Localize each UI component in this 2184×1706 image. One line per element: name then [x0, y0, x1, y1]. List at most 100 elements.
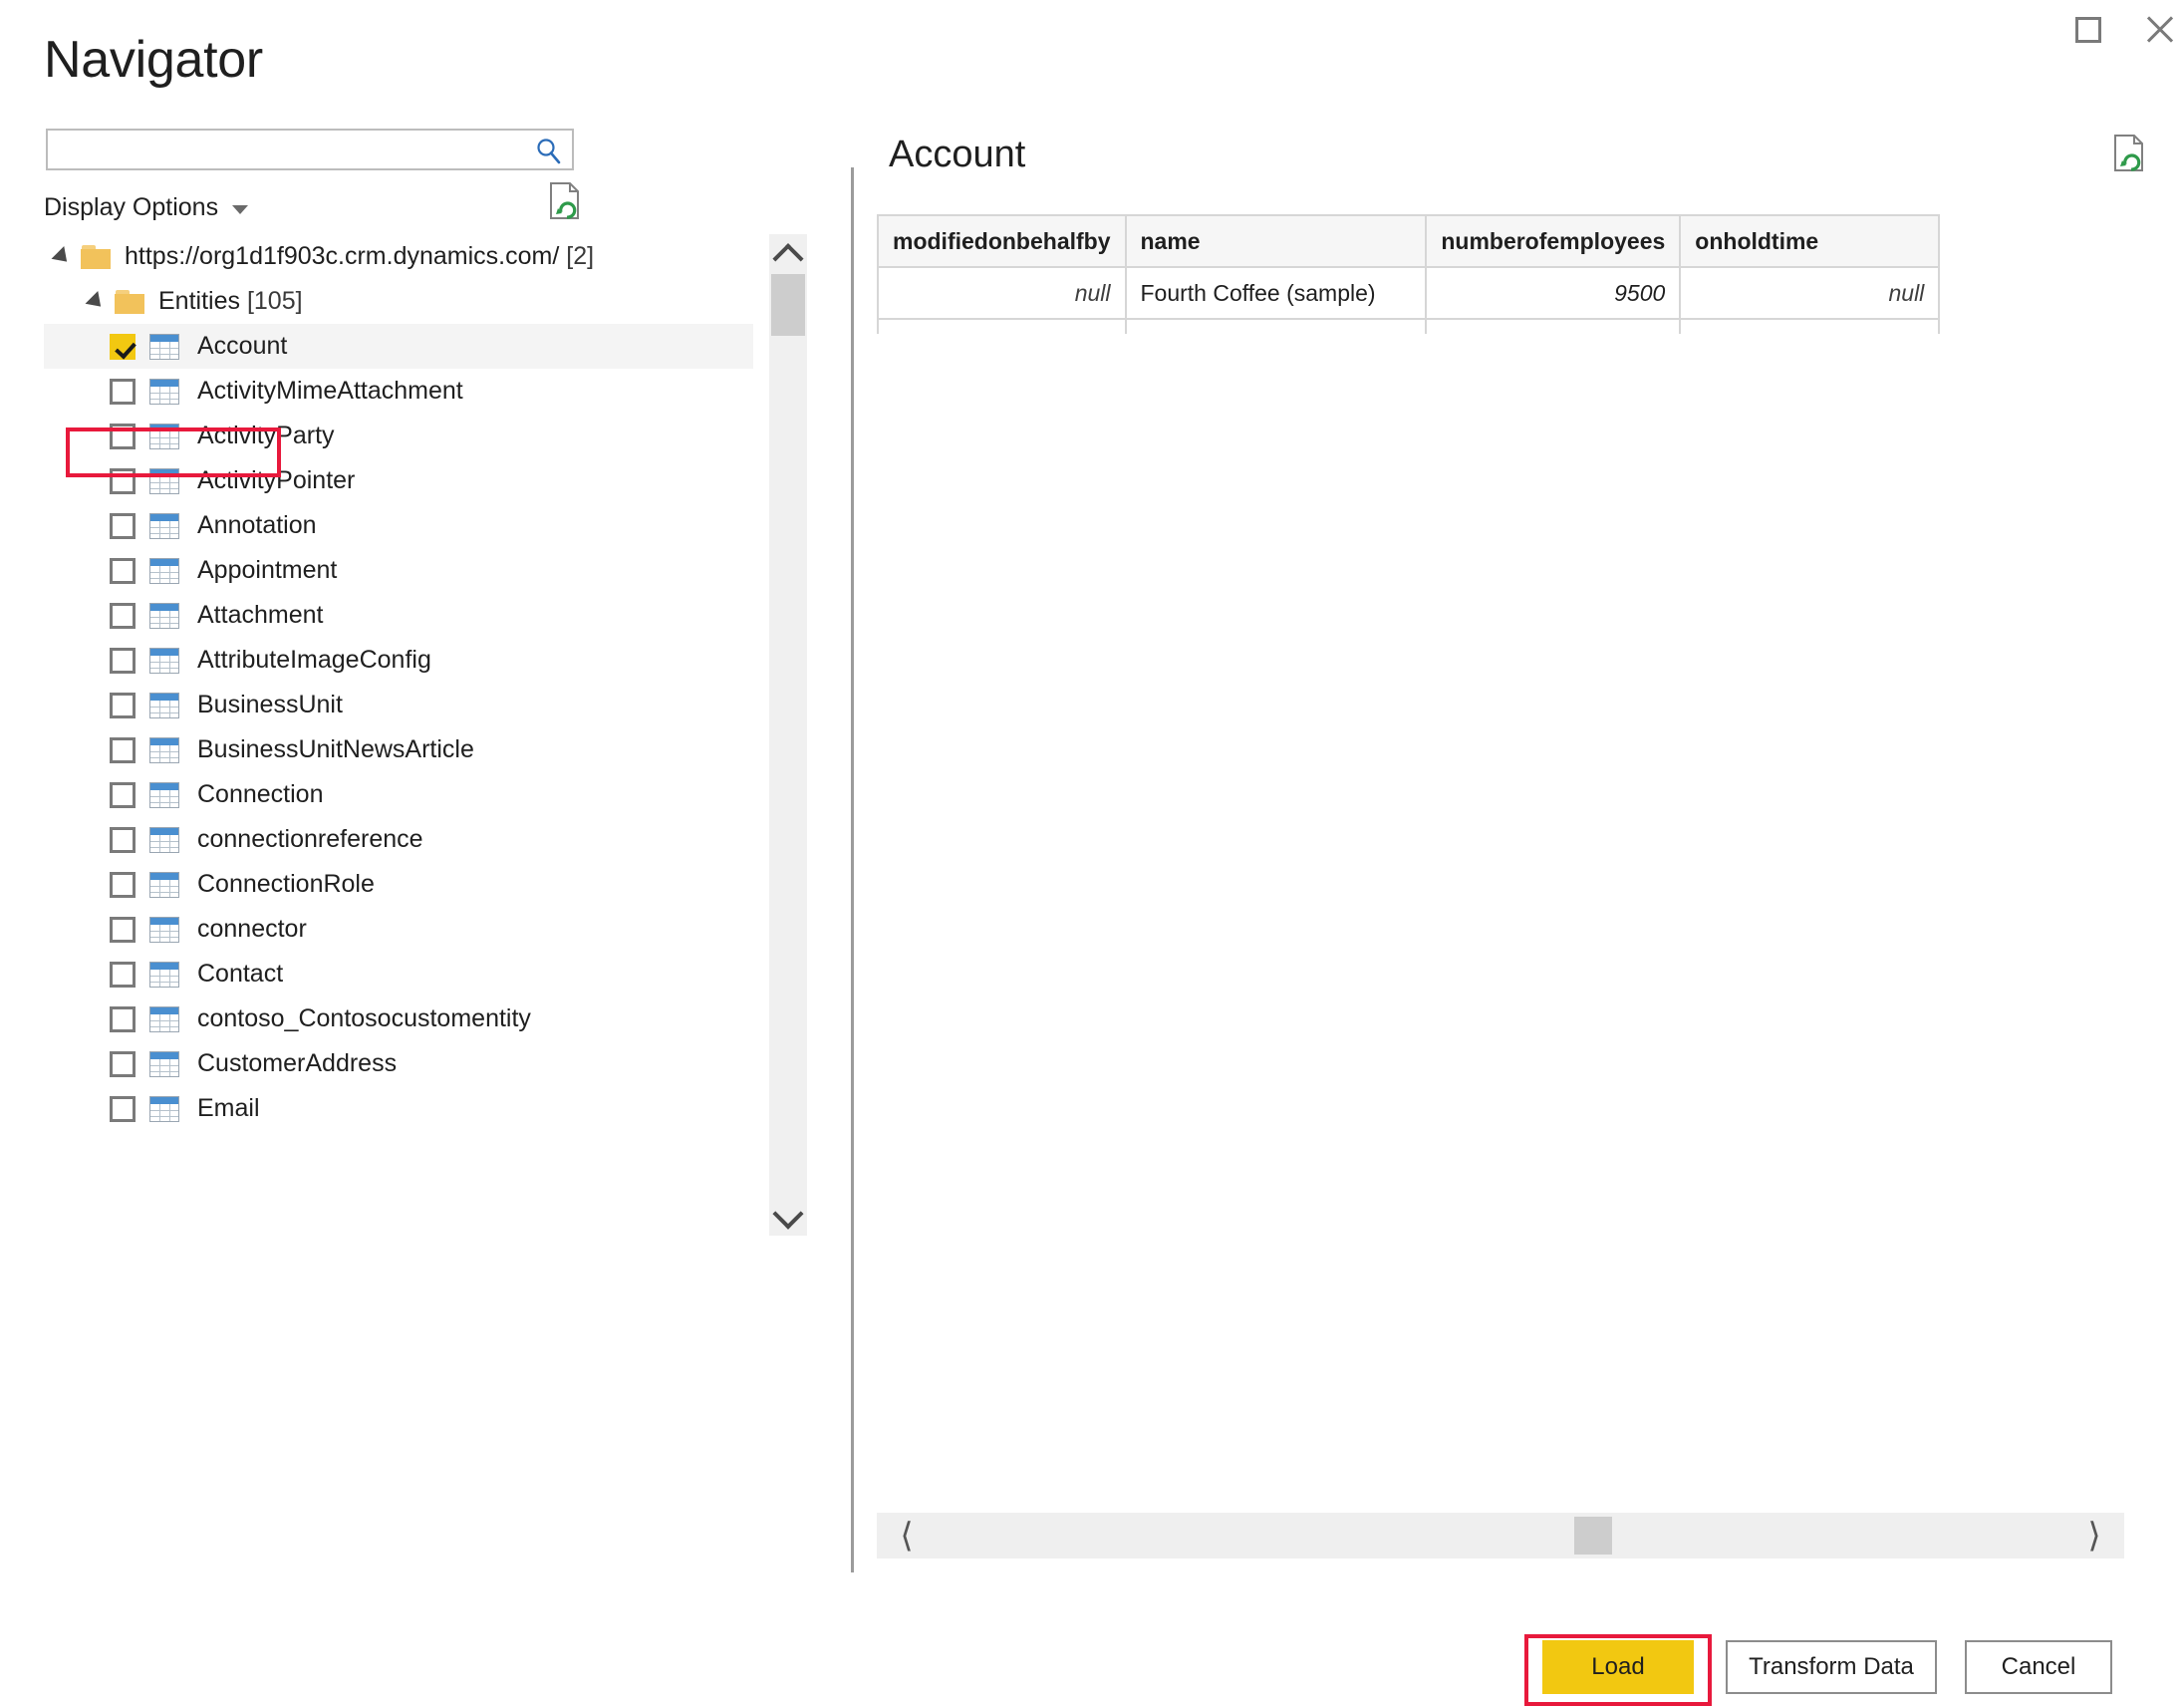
checkbox-checked[interactable] [110, 333, 136, 360]
table-icon [149, 961, 179, 988]
table-icon [149, 1095, 179, 1122]
search-box[interactable] [46, 129, 574, 170]
scroll-right-button[interactable]: ⟩ [2066, 1513, 2122, 1559]
preview-horizontal-scrollbar[interactable]: ⟨ ⟩ [877, 1513, 2124, 1559]
checkbox-unchecked[interactable] [110, 512, 136, 539]
tree-item[interactable]: Email [44, 1086, 741, 1131]
cell-onholdtime: null [1679, 318, 1941, 334]
refresh-document-icon[interactable] [2110, 134, 2148, 173]
tree-item[interactable]: Attachment [44, 593, 741, 638]
table-row[interactable]: )nullLitware, Inc. (sample)6000null [877, 318, 1941, 334]
tree-item-list: Account ActivityMimeAttachment ActivityPar… [44, 324, 753, 1131]
table-icon [149, 692, 179, 718]
checkbox-unchecked[interactable] [110, 557, 136, 584]
display-options-dropdown[interactable]: Display Options [44, 193, 249, 222]
checkbox-unchecked[interactable] [110, 1095, 136, 1122]
tree-item[interactable]: ActivityParty [44, 414, 741, 458]
pane-divider [851, 167, 854, 1572]
refresh-document-icon[interactable] [546, 181, 584, 221]
folder-icon [81, 244, 111, 269]
tree-item[interactable]: ActivityPointer [44, 458, 741, 503]
title-bar [0, 0, 2184, 60]
tree-item-label: BusinessUnitNewsArticle [197, 735, 474, 763]
tree-item-label: connector [197, 915, 307, 943]
tree-item[interactable]: BusinessUnit [44, 683, 741, 727]
checkbox-unchecked[interactable] [110, 1005, 136, 1032]
entity-tree: https://org1d1f903c.crm.dynamics.com/ [2… [44, 234, 753, 1231]
tree-item-label: Email [197, 1094, 260, 1122]
checkbox-unchecked[interactable] [110, 826, 136, 853]
table-icon [149, 736, 179, 763]
checkbox-unchecked[interactable] [110, 781, 136, 808]
checkbox-unchecked[interactable] [110, 647, 136, 674]
checkbox-unchecked[interactable] [110, 602, 136, 629]
tree-item-label: Account [197, 332, 288, 360]
table-icon [149, 467, 179, 494]
maximize-button[interactable] [2060, 8, 2116, 52]
tree-item[interactable]: Contact [44, 952, 741, 996]
tree-item[interactable]: BusinessUnitNewsArticle [44, 727, 741, 772]
tree-item[interactable]: CustomerAddress [44, 1041, 741, 1086]
tree-item[interactable]: connectionreference [44, 817, 741, 862]
tree-item[interactable]: ConnectionRole [44, 862, 741, 907]
transform-data-button[interactable]: Transform Data [1726, 1640, 1937, 1694]
scrollbar-thumb[interactable] [1574, 1517, 1612, 1555]
checkbox-unchecked[interactable] [110, 1050, 136, 1077]
tree-item-label: CustomerAddress [197, 1049, 398, 1077]
scroll-up-button[interactable] [769, 234, 807, 275]
tree-item[interactable]: contoso_Contosocustomentity [44, 996, 741, 1041]
table-icon [149, 1005, 179, 1032]
checkbox-unchecked[interactable] [110, 961, 136, 988]
tree-item-label: ActivityPointer [197, 466, 356, 494]
preview-pane: Account modifiedonbehalfby name numberof… [877, 120, 2184, 1574]
tree-root-label: https://org1d1f903c.crm.dynamics.com/ [125, 242, 560, 270]
expand-triangle-icon[interactable] [85, 290, 108, 313]
preview-title: Account [889, 134, 1026, 175]
checkbox-unchecked[interactable] [110, 916, 136, 943]
scrollbar-thumb[interactable] [771, 274, 805, 336]
cell-modifiedonbehalfby: null [877, 266, 1127, 320]
load-button[interactable]: Load [1542, 1640, 1694, 1694]
scroll-left-button[interactable]: ⟨ [879, 1513, 935, 1559]
tree-node-entities[interactable]: Entities [105] [44, 279, 741, 324]
table-row[interactable]: )nullFourth Coffee (sample)9500null [877, 266, 1941, 320]
checkbox-unchecked[interactable] [110, 736, 136, 763]
expand-triangle-icon[interactable] [51, 245, 74, 268]
checkbox-unchecked[interactable] [110, 378, 136, 405]
tree-item-label: Connection [197, 780, 324, 808]
tree-item[interactable]: connector [44, 907, 741, 952]
table-icon [149, 512, 179, 539]
data-preview-grid[interactable]: modifiedonbehalfby name numberofemployee… [877, 214, 2124, 334]
cell-name: Fourth Coffee (sample) [1124, 266, 1428, 320]
checkbox-unchecked[interactable] [110, 692, 136, 718]
tree-item[interactable]: Annotation [44, 503, 741, 548]
tree-item-label: connectionreference [197, 825, 423, 853]
tree-item[interactable]: Account [44, 324, 753, 369]
table-icon [149, 871, 179, 898]
column-header-modifiedonbehalfby[interactable]: modifiedonbehalfby [877, 214, 1127, 268]
search-icon[interactable] [534, 137, 564, 166]
tree-vertical-scrollbar[interactable] [769, 234, 807, 1236]
chevron-up-icon [772, 243, 804, 275]
tree-item[interactable]: ActivityMimeAttachment [44, 369, 741, 414]
tree-item[interactable]: Appointment [44, 548, 741, 593]
column-header-numberofemployees[interactable]: numberofemployees [1425, 214, 1682, 268]
checkbox-unchecked[interactable] [110, 467, 136, 494]
table-icon [149, 647, 179, 674]
cancel-button[interactable]: Cancel [1965, 1640, 2112, 1694]
checkbox-unchecked[interactable] [110, 871, 136, 898]
tree-item-label: BusinessUnit [197, 691, 343, 718]
scroll-down-button[interactable] [769, 1198, 807, 1236]
tree-item[interactable]: Connection [44, 772, 741, 817]
tree-item-label: Appointment [197, 556, 338, 584]
column-header-name[interactable]: name [1124, 214, 1428, 268]
tree-item[interactable]: AttributeImageConfig [44, 638, 741, 683]
tree-item-label: contoso_Contosocustomentity [197, 1004, 531, 1032]
maximize-icon [2075, 17, 2101, 43]
search-input[interactable] [48, 131, 526, 168]
close-button[interactable] [2132, 8, 2184, 52]
tree-node-root[interactable]: https://org1d1f903c.crm.dynamics.com/ [2… [44, 234, 741, 279]
cell-name: Litware, Inc. (sample) [1124, 318, 1428, 334]
checkbox-unchecked[interactable] [110, 423, 136, 449]
column-header-onholdtime[interactable]: onholdtime [1679, 214, 1941, 268]
